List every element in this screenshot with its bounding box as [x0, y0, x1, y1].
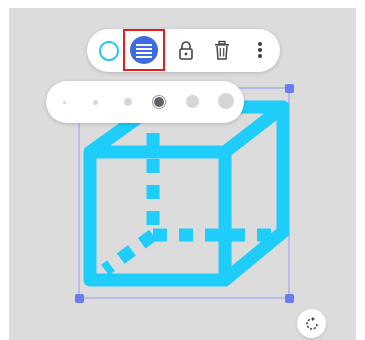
circle-outline-icon: [98, 40, 119, 61]
rotate-icon: [305, 316, 318, 330]
stroke-width-option-1[interactable]: [63, 101, 66, 104]
shape-toolbar: [87, 29, 280, 72]
stroke-width-option-6[interactable]: [218, 93, 234, 109]
stroke-width-picker: [46, 81, 244, 123]
trash-icon: [215, 40, 229, 60]
more-vertical-icon: [258, 42, 262, 58]
resize-handle-top-right[interactable]: [285, 84, 294, 93]
stroke-style-icon: [130, 36, 158, 64]
stroke-width-option-5[interactable]: [186, 95, 199, 108]
resize-handle-bottom-left[interactable]: [75, 294, 84, 303]
cube-hidden-diagonal: [101, 229, 157, 276]
stroke-width-option-2[interactable]: [93, 100, 98, 105]
resize-handle-bottom-right[interactable]: [285, 294, 294, 303]
cube-strokes: [83, 100, 290, 287]
stroke-width-option-3[interactable]: [124, 98, 132, 106]
delete-button[interactable]: [211, 39, 233, 61]
stroke-style-button[interactable]: [123, 29, 165, 71]
rotate-button[interactable]: [297, 309, 326, 338]
lock-icon: [179, 41, 193, 60]
shape-outline-button[interactable]: [96, 38, 121, 63]
stroke-width-option-4[interactable]: [154, 97, 164, 107]
lock-button[interactable]: [175, 39, 197, 61]
more-options-button[interactable]: [251, 39, 269, 61]
